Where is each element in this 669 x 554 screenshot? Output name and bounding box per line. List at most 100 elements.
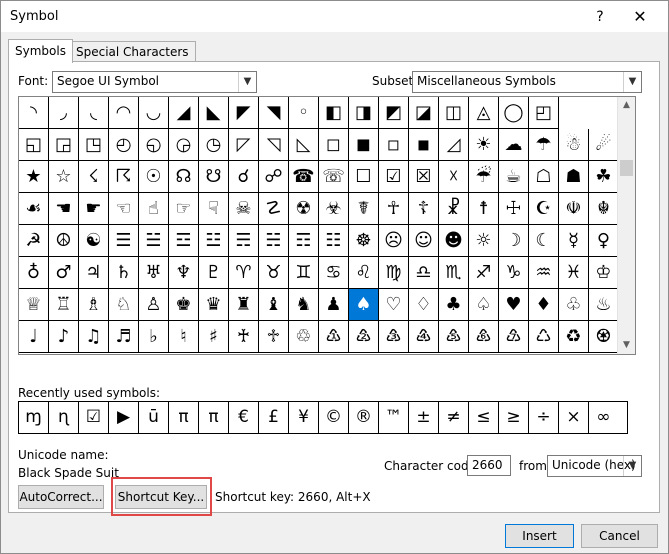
symbol-cell[interactable]: ♲ bbox=[289, 321, 319, 353]
symbol-cell[interactable]: ◹ bbox=[259, 129, 289, 161]
symbol-cell[interactable]: ♋ bbox=[319, 257, 349, 289]
symbol-cell[interactable]: ♙ bbox=[139, 289, 169, 321]
symbol-cell[interactable]: ☘ bbox=[589, 161, 619, 193]
symbol-cell[interactable]: ◡ bbox=[139, 97, 169, 129]
symbol-cell[interactable]: ◳ bbox=[79, 129, 109, 161]
symbol-cell[interactable]: ◶ bbox=[169, 129, 199, 161]
symbol-cell[interactable]: ☎ bbox=[289, 161, 319, 193]
recent-symbol-cell[interactable]: ≥ bbox=[499, 402, 529, 433]
symbol-cell[interactable]: ☲ bbox=[169, 225, 199, 257]
symbol-cell[interactable]: ☮ bbox=[49, 225, 79, 257]
symbol-cell[interactable]: ◱ bbox=[19, 129, 49, 161]
symbol-cell[interactable]: ☢ bbox=[289, 193, 319, 225]
symbol-cell[interactable]: ◦ bbox=[289, 97, 319, 129]
symbol-cell[interactable]: ◝ bbox=[19, 97, 49, 129]
symbol-cell[interactable]: ☔ bbox=[469, 161, 499, 193]
symbol-cell[interactable]: ♢ bbox=[409, 289, 439, 321]
symbol-cell[interactable]: ♠ bbox=[349, 289, 379, 321]
symbol-cell[interactable]: ♛ bbox=[199, 289, 229, 321]
symbol-cell[interactable]: ☹ bbox=[379, 225, 409, 257]
recent-symbol-cell[interactable]: ≠ bbox=[439, 402, 469, 433]
symbol-cell[interactable]: ◸ bbox=[229, 129, 259, 161]
symbol-cell[interactable]: ☐ bbox=[349, 161, 379, 193]
symbol-cell[interactable]: ☭ bbox=[19, 225, 49, 257]
symbol-cell[interactable]: ♪ bbox=[49, 321, 79, 353]
recent-symbol-cell[interactable]: € bbox=[229, 402, 259, 433]
symbol-cell[interactable]: ☳ bbox=[199, 225, 229, 257]
symbol-cell[interactable]: ♑ bbox=[499, 257, 529, 289]
recent-symbol-cell[interactable]: π bbox=[199, 402, 229, 433]
subset-select[interactable]: Miscellaneous Symbols ▼ bbox=[412, 71, 642, 93]
symbol-cell[interactable]: ♘ bbox=[109, 289, 139, 321]
symbol-cell[interactable]: ◧ bbox=[319, 97, 349, 129]
symbol-cell[interactable]: ♵ bbox=[379, 321, 409, 353]
symbol-cell[interactable]: ☀ bbox=[469, 129, 499, 161]
symbol-cell[interactable]: ♕ bbox=[19, 289, 49, 321]
symbol-cell[interactable]: ♌ bbox=[349, 257, 379, 289]
symbol-cell[interactable]: ◥ bbox=[259, 97, 289, 129]
symbol-cell[interactable]: ♐ bbox=[469, 257, 499, 289]
symbol-cell[interactable]: ♭ bbox=[139, 321, 169, 353]
symbol-cell[interactable]: ☣ bbox=[319, 193, 349, 225]
symbol-cell[interactable]: ☛ bbox=[79, 193, 109, 225]
recent-symbol-cell[interactable]: ɱ bbox=[19, 402, 49, 433]
symbol-cell[interactable]: ♦ bbox=[529, 289, 559, 321]
symbol-cell[interactable]: ♖ bbox=[49, 289, 79, 321]
symbol-cell[interactable]: ☇ bbox=[79, 161, 109, 193]
tab-symbols[interactable]: Symbols bbox=[8, 39, 73, 63]
symbol-cell[interactable]: ◻ bbox=[319, 129, 349, 161]
symbol-cell[interactable]: ☍ bbox=[259, 161, 289, 193]
symbol-cell[interactable]: ♄ bbox=[109, 257, 139, 289]
symbol-cell[interactable]: ☋ bbox=[199, 161, 229, 193]
symbol-cell[interactable]: ◯ bbox=[499, 97, 529, 129]
symbol-cell[interactable]: ♸ bbox=[469, 321, 499, 353]
symbol-cell[interactable]: ♞ bbox=[289, 289, 319, 321]
symbol-cell[interactable]: ☩ bbox=[499, 193, 529, 225]
symbol-cell[interactable]: ♅ bbox=[139, 257, 169, 289]
symbol-cell[interactable]: ♬ bbox=[109, 321, 139, 353]
symbol-cell[interactable]: ◣ bbox=[199, 97, 229, 129]
symbol-cell[interactable]: ☫ bbox=[559, 193, 589, 225]
symbol-cell[interactable]: ♷ bbox=[439, 321, 469, 353]
recent-symbol-cell[interactable]: ☑ bbox=[79, 402, 109, 433]
symbol-cell[interactable]: ♂ bbox=[49, 257, 79, 289]
symbol-cell[interactable]: ☵ bbox=[259, 225, 289, 257]
symbol-cell[interactable]: ♻ bbox=[559, 321, 589, 353]
symbol-cell[interactable]: ♣ bbox=[439, 289, 469, 321]
symbol-cell[interactable]: ☺ bbox=[409, 225, 439, 257]
recent-symbol-cell[interactable]: ™ bbox=[379, 402, 409, 433]
symbol-cell[interactable]: ☌ bbox=[229, 161, 259, 193]
recent-symbol-cell[interactable]: × bbox=[559, 402, 589, 433]
symbol-cell[interactable]: ☄ bbox=[589, 129, 619, 161]
symbol-cell[interactable]: ♀ bbox=[589, 225, 619, 257]
symbol-cell[interactable]: ☝ bbox=[139, 193, 169, 225]
symbol-cell[interactable]: ☧ bbox=[439, 193, 469, 225]
symbol-cell[interactable]: ◲ bbox=[49, 129, 79, 161]
symbol-cell[interactable]: ☯ bbox=[79, 225, 109, 257]
symbol-cell[interactable]: ◼ bbox=[349, 129, 379, 161]
symbol-cell[interactable]: ☓ bbox=[439, 161, 469, 193]
symbol-cell[interactable]: ♫ bbox=[79, 321, 109, 353]
symbol-cell[interactable]: ♹ bbox=[499, 321, 529, 353]
help-button[interactable]: ? bbox=[587, 7, 613, 27]
symbol-cell[interactable]: ◵ bbox=[139, 129, 169, 161]
symbol-cell[interactable]: ♳ bbox=[319, 321, 349, 353]
symbol-cell[interactable]: ☉ bbox=[139, 161, 169, 193]
symbol-cell[interactable]: ♰ bbox=[229, 321, 259, 353]
tab-special-characters[interactable]: Special Characters bbox=[69, 41, 196, 62]
symbol-cell[interactable]: ☗ bbox=[559, 161, 589, 193]
scroll-up-icon[interactable]: ▲ bbox=[618, 97, 635, 114]
symbol-cell[interactable]: ♯ bbox=[199, 321, 229, 353]
symbol-cell[interactable]: ◬ bbox=[469, 97, 499, 129]
symbol-cell[interactable]: ☥ bbox=[379, 193, 409, 225]
symbol-cell[interactable]: ♟ bbox=[319, 289, 349, 321]
recent-symbol-cell[interactable]: ɳ bbox=[49, 402, 79, 433]
symbol-cell[interactable]: ♼ bbox=[589, 321, 619, 353]
symbol-cell[interactable]: ◤ bbox=[229, 97, 259, 129]
symbol-cell[interactable]: ☁ bbox=[499, 129, 529, 161]
symbol-cell[interactable]: ☱ bbox=[139, 225, 169, 257]
symbol-cell[interactable]: ◩ bbox=[379, 97, 409, 129]
cancel-button[interactable]: Cancel bbox=[581, 524, 658, 548]
symbol-cell[interactable]: ◞ bbox=[49, 97, 79, 129]
symbol-cell[interactable]: ♜ bbox=[229, 289, 259, 321]
